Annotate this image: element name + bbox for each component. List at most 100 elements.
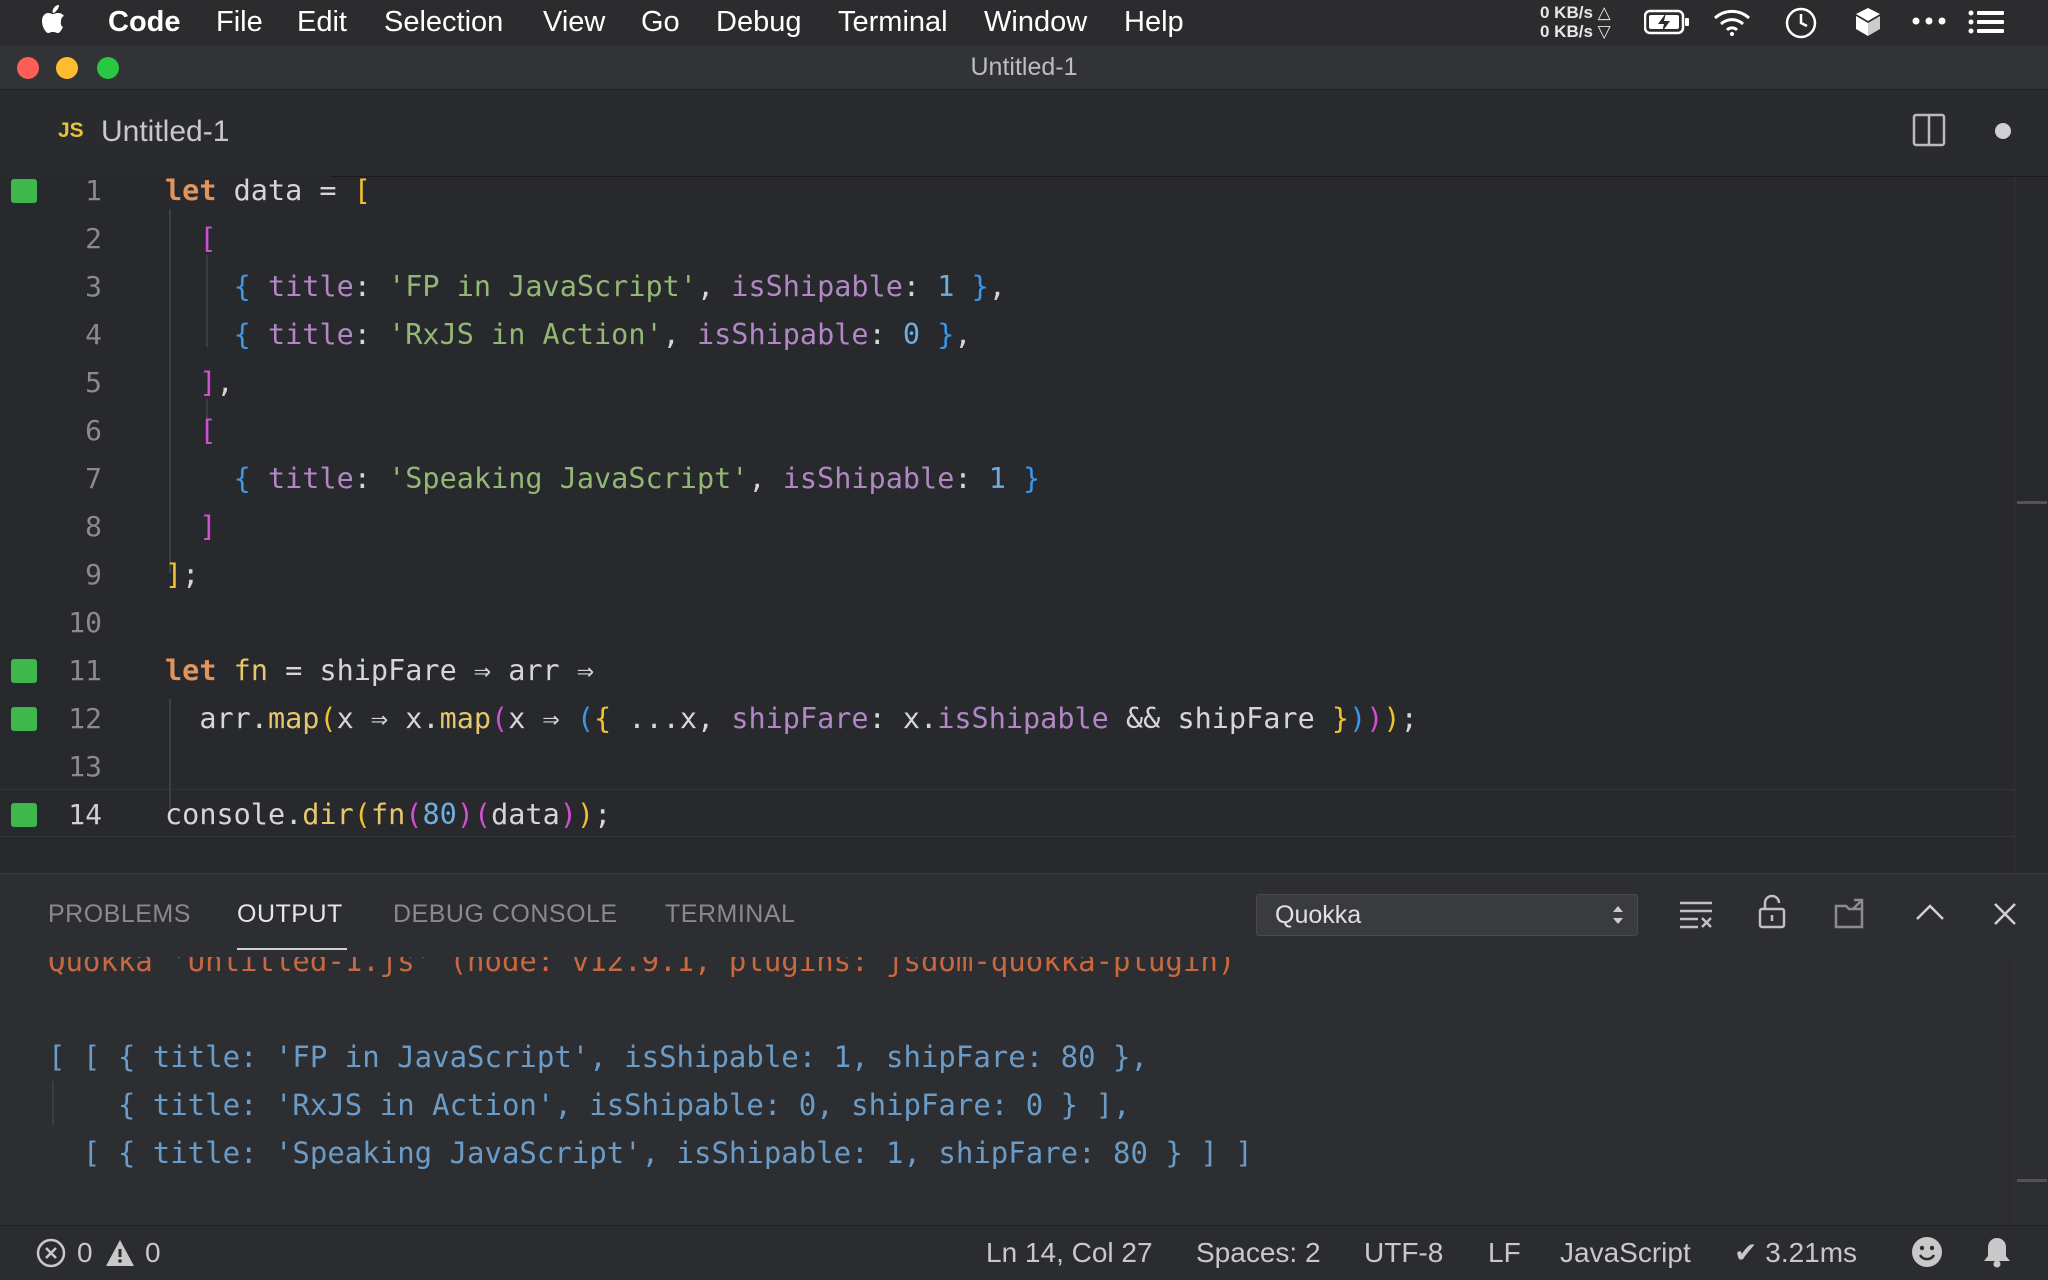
output-header-line: Quokka 'Untitled-1.js' (node: v12.9.1, p… (48, 957, 1236, 978)
close-panel-icon[interactable] (1992, 901, 2018, 927)
quokka-coverage-marker (11, 803, 37, 827)
tab-debug-console[interactable]: DEBUG CONSOLE (393, 900, 618, 929)
end-of-line[interactable]: LF (1488, 1237, 1521, 1269)
code-line[interactable]: 8 ] (0, 503, 2048, 551)
line-number: 11 (68, 654, 102, 687)
line-number: 5 (85, 366, 102, 399)
notification-center-icon[interactable] (1968, 10, 2004, 34)
wifi-icon[interactable] (1712, 7, 1752, 37)
window-titlebar: Untitled-1 (0, 45, 2048, 90)
menu-go[interactable]: Go (641, 6, 680, 38)
line-number: 2 (85, 222, 102, 255)
code-text: console.dir(fn(80)(data)); (165, 798, 612, 831)
line-number: 1 (85, 174, 102, 207)
indent-guide (52, 1081, 54, 1125)
tab-problems[interactable]: PROBLEMS (48, 900, 191, 929)
code-line[interactable]: 11 let fn = shipFare ⇒ arr ⇒ (0, 647, 2048, 695)
indentation[interactable]: Spaces: 2 (1196, 1237, 1321, 1269)
output-line: { title: 'RxJS in Action', isShipable: 0… (48, 1088, 1131, 1122)
open-in-editor-icon[interactable] (1832, 896, 1866, 930)
menu-terminal[interactable]: Terminal (838, 6, 948, 38)
code-editor[interactable]: 1 let data = [2 [3 { title: 'FP in JavaSc… (0, 174, 2048, 873)
code-line[interactable]: 6 [ (0, 407, 2048, 455)
tab-output[interactable]: OUTPUT (237, 900, 343, 929)
error-icon[interactable] (36, 1238, 66, 1268)
code-line[interactable]: 2 [ (0, 215, 2048, 263)
code-line[interactable]: 10 (0, 599, 2048, 647)
language-mode[interactable]: JavaScript (1560, 1237, 1691, 1269)
panel-header: PROBLEMS OUTPUT DEBUG CONSOLE TERMINAL Q… (0, 873, 2048, 957)
output-scrollbar[interactable] (2014, 957, 2048, 1225)
clear-output-icon[interactable] (1678, 898, 1714, 930)
menu-debug[interactable]: Debug (716, 6, 801, 38)
line-number: 8 (85, 510, 102, 543)
editor-tab-bar: JS Untitled-1 (0, 91, 2048, 177)
menu-edit[interactable]: Edit (297, 6, 347, 38)
quokka-timing[interactable]: ✔ 3.21ms (1734, 1237, 1857, 1269)
menu-app-name[interactable]: Code (108, 6, 181, 38)
net-down-rate: 0 KB/s (1540, 22, 1593, 41)
notifications-bell-icon[interactable] (1982, 1236, 2012, 1268)
code-line[interactable]: 3 { title: 'FP in JavaScript', isShipabl… (0, 263, 2048, 311)
output-panel[interactable]: Quokka 'Untitled-1.js' (node: v12.9.1, p… (0, 957, 2048, 1225)
code-line[interactable]: 1 let data = [ (0, 167, 2048, 215)
unsaved-changes-dot-icon[interactable] (1994, 122, 2012, 140)
tab-title: Untitled-1 (101, 115, 230, 148)
active-tab-indicator (237, 948, 347, 950)
code-text: let fn = shipFare ⇒ arr ⇒ (165, 654, 594, 687)
close-window-button[interactable] (17, 57, 39, 79)
warning-icon[interactable] (104, 1238, 136, 1268)
line-number: 14 (68, 798, 102, 831)
line-number: 13 (68, 750, 102, 783)
battery-icon[interactable] (1644, 9, 1690, 35)
dropbox-icon[interactable] (1854, 6, 1882, 38)
lock-scroll-icon[interactable] (1757, 894, 1787, 930)
menu-file[interactable]: File (216, 6, 263, 38)
warning-count[interactable]: 0 (145, 1237, 161, 1269)
code-text: { title: 'RxJS in Action', isShipable: 0… (233, 318, 972, 351)
encoding[interactable]: UTF-8 (1364, 1237, 1443, 1269)
output-channel-value: Quokka (1275, 901, 1362, 929)
scrollbar-thumb[interactable] (2017, 1179, 2047, 1182)
split-editor-icon[interactable] (1912, 113, 1946, 147)
code-text: ]; (165, 558, 200, 591)
code-line[interactable]: 13 (0, 743, 2048, 791)
code-text: { title: 'FP in JavaScript', isShipable:… (233, 270, 1006, 303)
menu-help[interactable]: Help (1124, 6, 1184, 38)
cursor-position[interactable]: Ln 14, Col 27 (986, 1237, 1153, 1269)
line-number: 4 (85, 318, 102, 351)
code-line[interactable]: 14 console.dir(fn(80)(data)); (0, 791, 2048, 839)
zoom-window-button[interactable] (97, 57, 119, 79)
apple-menu-icon[interactable] (40, 4, 66, 36)
code-line[interactable]: 4 { title: 'RxJS in Action', isShipable:… (0, 311, 2048, 359)
code-line[interactable]: 7 { title: 'Speaking JavaScript', isShip… (0, 455, 2048, 503)
feedback-smiley-icon[interactable] (1911, 1236, 1943, 1268)
select-arrows-icon (1611, 901, 1625, 929)
error-count[interactable]: 0 (77, 1237, 93, 1269)
menu-window[interactable]: Window (984, 6, 1087, 38)
maximize-panel-icon[interactable] (1914, 902, 1946, 922)
code-line[interactable]: 9]; (0, 551, 2048, 599)
clock-icon[interactable] (1784, 6, 1818, 40)
menu-selection[interactable]: Selection (384, 6, 503, 38)
line-number: 12 (68, 702, 102, 735)
quokka-coverage-marker (11, 659, 37, 683)
minimize-window-button[interactable] (56, 57, 78, 79)
network-monitor[interactable]: 0 KB/s △ 0 KB/s ▽ (1540, 3, 1611, 41)
more-icon[interactable] (1912, 17, 1946, 25)
code-line[interactable]: 12 arr.map(x ⇒ x.map(x ⇒ ({ ...x, shipFa… (0, 695, 2048, 743)
output-channel-select[interactable]: Quokka (1256, 894, 1638, 936)
code-text: [ (199, 222, 217, 255)
line-number: 3 (85, 270, 102, 303)
output-line: [ { title: 'Speaking JavaScript', isShip… (48, 1136, 1253, 1170)
output-line: [ [ { title: 'FP in JavaScript', isShipa… (48, 1040, 1148, 1074)
code-text: arr.map(x ⇒ x.map(x ⇒ ({ ...x, shipFare:… (165, 702, 1418, 735)
menu-view[interactable]: View (543, 6, 605, 38)
code-line[interactable]: 5 ], (0, 359, 2048, 407)
line-number: 7 (85, 462, 102, 495)
quokka-coverage-marker (11, 707, 37, 731)
tab-terminal[interactable]: TERMINAL (665, 900, 795, 929)
line-number: 6 (85, 414, 102, 447)
tab-untitled-1[interactable]: JS Untitled-1 (0, 91, 330, 177)
macos-menubar: Code File Edit Selection View Go Debug T… (0, 0, 2048, 44)
